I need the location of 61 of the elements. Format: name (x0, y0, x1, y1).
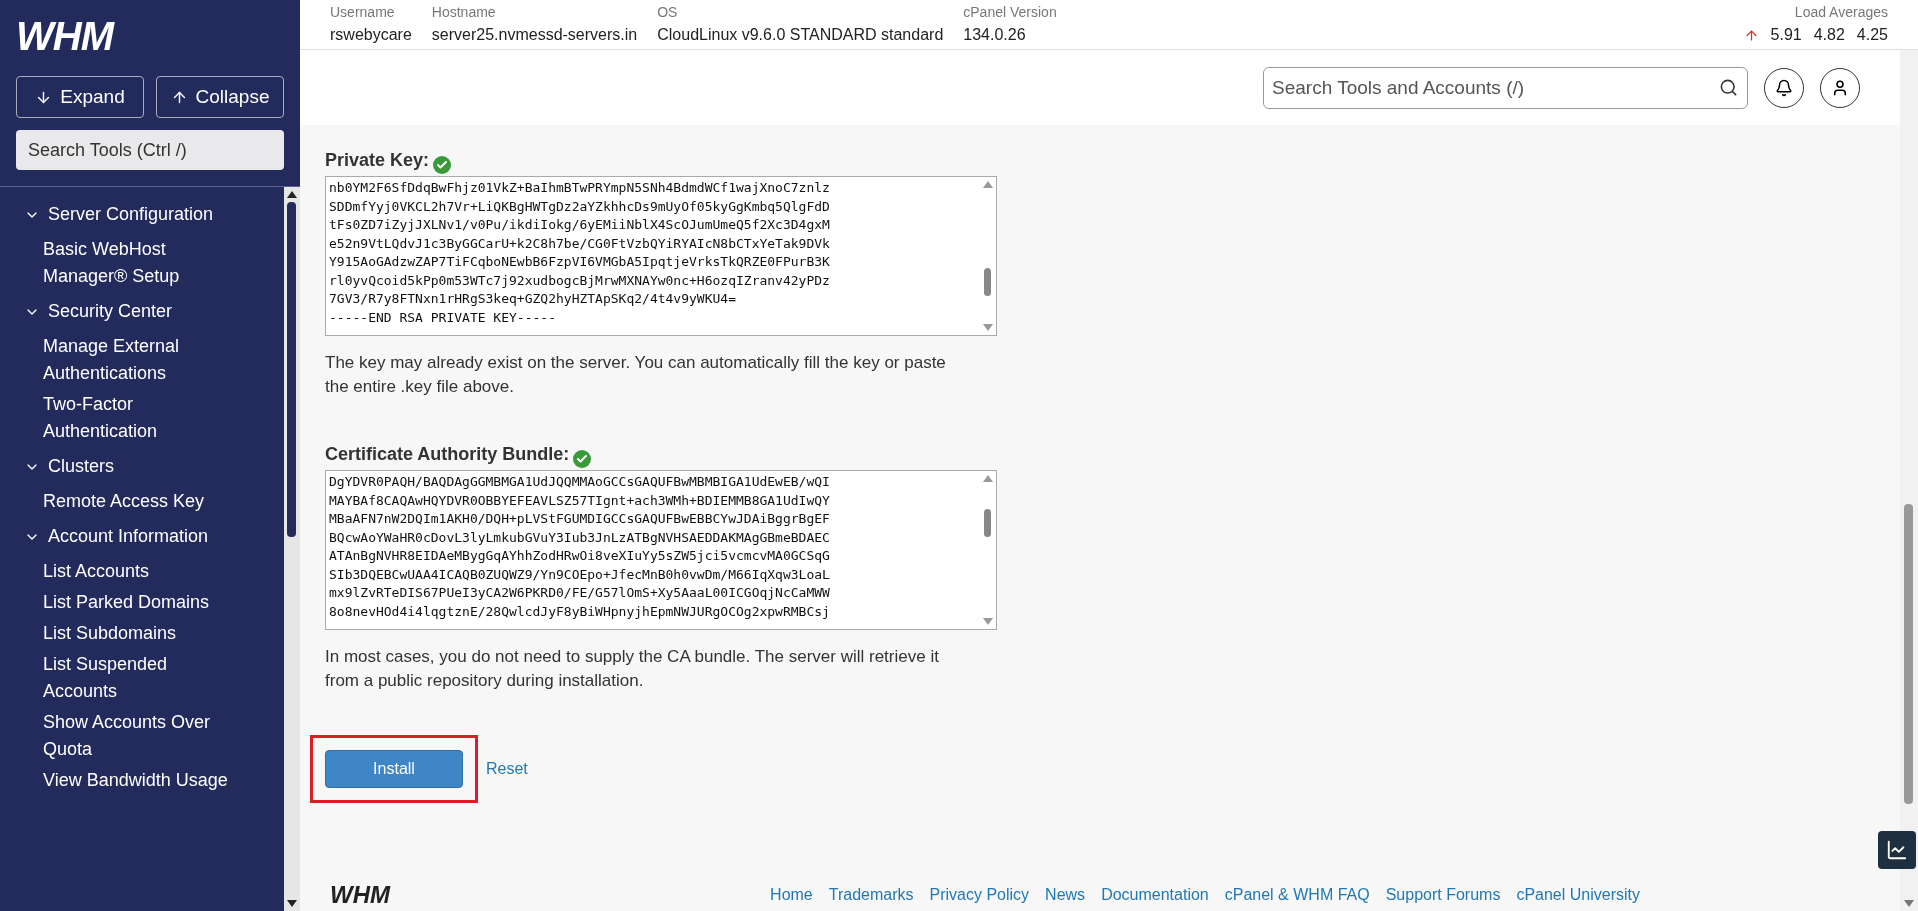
footer-link[interactable]: News (1045, 883, 1086, 907)
scroll-down-icon[interactable] (287, 900, 297, 907)
info-value: rswebycare (330, 25, 412, 45)
scroll-thumb[interactable] (1904, 504, 1913, 804)
info-value: CloudLinux v9.6.0 STANDARD standard (657, 25, 944, 45)
info-label: cPanel Version (963, 3, 1057, 22)
footer-link[interactable]: Privacy Policy (929, 883, 1030, 907)
arrow-up-icon (1743, 27, 1759, 43)
install-button[interactable]: Install (325, 750, 463, 788)
info-label: Load Averages (1794, 3, 1888, 22)
footer-link[interactable]: cPanel University (1516, 883, 1640, 907)
info-value: 134.0.26 (963, 25, 1027, 45)
scroll-thumb[interactable] (287, 202, 296, 537)
whm-logo[interactable]: WHM (16, 16, 284, 56)
bell-icon (1775, 78, 1793, 97)
footer-link[interactable]: cPanel & WHM FAQ (1224, 883, 1370, 907)
reset-link[interactable]: Reset (486, 757, 528, 781)
sidebar-item[interactable]: List Parked Domains (43, 587, 233, 618)
info-label: OS (657, 3, 679, 22)
field-label: Private Key: (325, 149, 430, 172)
info-label: Username (330, 3, 396, 22)
sidebar-item[interactable]: Manage External Authentications (43, 331, 233, 389)
sidebar-item[interactable]: Two-Factor Authentication (43, 389, 233, 447)
search-field[interactable]: Search Tools and Accounts (/) (1263, 66, 1748, 109)
info-value: server25.nvmessd-servers.in (431, 25, 638, 45)
footer-link[interactable]: Documentation (1101, 883, 1209, 907)
sidebar-item[interactable]: Show Accounts Over Quota (43, 707, 233, 765)
footer-link[interactable]: Trademarks (828, 883, 914, 907)
info-label: Hostname (431, 3, 497, 22)
footer-link[interactable]: Support Forums (1385, 883, 1501, 907)
sidebar-item[interactable]: Remote Access Key (43, 486, 233, 517)
sidebar-group[interactable]: Clusters (24, 447, 284, 486)
sidebar-group[interactable]: Security Center (24, 292, 284, 331)
expand-button[interactable]: Expand (16, 76, 144, 118)
scroll-thumb[interactable] (984, 268, 991, 296)
collapse-button[interactable]: Collapse (156, 76, 284, 118)
page-scrollbar[interactable] (1900, 50, 1918, 911)
sidebar-item[interactable]: Basic WebHost Manager® Setup (43, 234, 233, 292)
text-area[interactable]: nb0YM2F6SfDdqBwFhjz01VkZ+BaIhmBTwPRYmpN5SNh4BdmdWCf1wajXnoC7znlz SDDmfYyj0VKCL2h7Vr+LiQKBgHWTgDz2aYZkhhcDs9mUyOf05kyGgKmbq5QlgFdD tFs0ZD7iZyjJXLNv1/v0Pu/ikdiIokg/6yEMiiNblX4ScOJumUmeQ5f2Xc3D4gxM e52n9VtLQdvJ1c3ByGGCarU+k2C8h7be/CG0FtVzbQYiRYAIcN8bCTxYeTak9DVk Y915AoGAdzwZAP7TiFCqboNEwbB6FzpVI6VMGbA5IpqtjeVrksTkQRZE0FPurB3K rl0yvQcoid5kPp0m53WTc7j92xudbogcBjMrwMXNAYw0nc+H6ozqIZranv42yPDz 7GV3/R7y8FTNxn1rHRgS3keq+GZQ2hyHZTApSKq2/4t4v9yWKU4= -----END RSA PRIVATE KEY----- (325, 176, 997, 336)
help-text: The key may already exist on the server. You can automatically fill the key or paste the entire .key file above. (325, 352, 947, 398)
user-icon (1831, 78, 1849, 97)
chart-icon (1886, 839, 1908, 861)
load-value: 5.91 (1770, 25, 1802, 45)
sidebar-item[interactable]: List Subdomains (43, 618, 233, 649)
sidebar-group[interactable]: Account Information (24, 517, 284, 556)
sidebar-scrollbar[interactable] (284, 187, 300, 911)
load-value: 4.25 (1856, 25, 1888, 45)
help-text: In most cases, you do not need to supply the CA bundle. The server will retrieve it from a public repository during installation. (325, 646, 940, 692)
search-icon (1719, 77, 1738, 97)
chart-button[interactable] (1878, 831, 1916, 869)
sidebar-item[interactable]: View Bandwidth Usage (43, 765, 233, 796)
field-label: Certificate Authority Bundle: (325, 443, 570, 466)
sidebar-group[interactable]: Server Configuration (24, 195, 284, 234)
scroll-thumb[interactable] (984, 509, 991, 537)
footer-link[interactable]: Home (770, 883, 813, 907)
sidebar-item[interactable]: List Accounts (43, 556, 233, 587)
load-value: 4.82 (1813, 25, 1845, 45)
sidebar-item[interactable]: List Suspended Accounts (43, 649, 233, 707)
search-field[interactable]: Search Tools (Ctrl /) (16, 130, 284, 170)
text-area[interactable]: DgYDVR0PAQH/BAQDAgGGMBMGA1UdJQQMMAoGCCsGAQUFBwMBMBIGA1UdEwEB/wQI MAYBAf8CAQAwHQYDVR0OBBYEFEAVLSZ57TIgnt+ach3WMh+BDIEMMB8GA1UdIwQY MBaAFN7nW2DQIm1AKH0/DQH+pLVStFGUMDIGCCsGAQUFBwEBBCYwJDAiBggrBgEF BQcwAoYWaHR0cDovL3lyLmkubGVuY3Iub3JnLzATBgNVHSAEDDAKMAgGBmeBDAEC ATAnBgNVHR8EIDAeMBygGqAYhhZodHRwOi8veXIuYy5sZW5jci5vcmcvMA0GCSqG SIb3DQEBCwUAA4ICAQB0ZUQWZ9/Yn9COEpo+JfecMnB0h0vwDm/M66IqXqw3LoaL mx9lZvRTeDIS67PUeI3yCA2W6PKRD0/FE/G57lOmS+Xy5AaaL00ICGOqjNcCaMWW 8o8nevHOd4i4lqgtznE/28QwlcdJyF8yBiWHpnyjhEpmNWJURgOCOg2xpwRMBCsj (325, 470, 997, 630)
whm-logo[interactable]: WHM (330, 883, 390, 907)
